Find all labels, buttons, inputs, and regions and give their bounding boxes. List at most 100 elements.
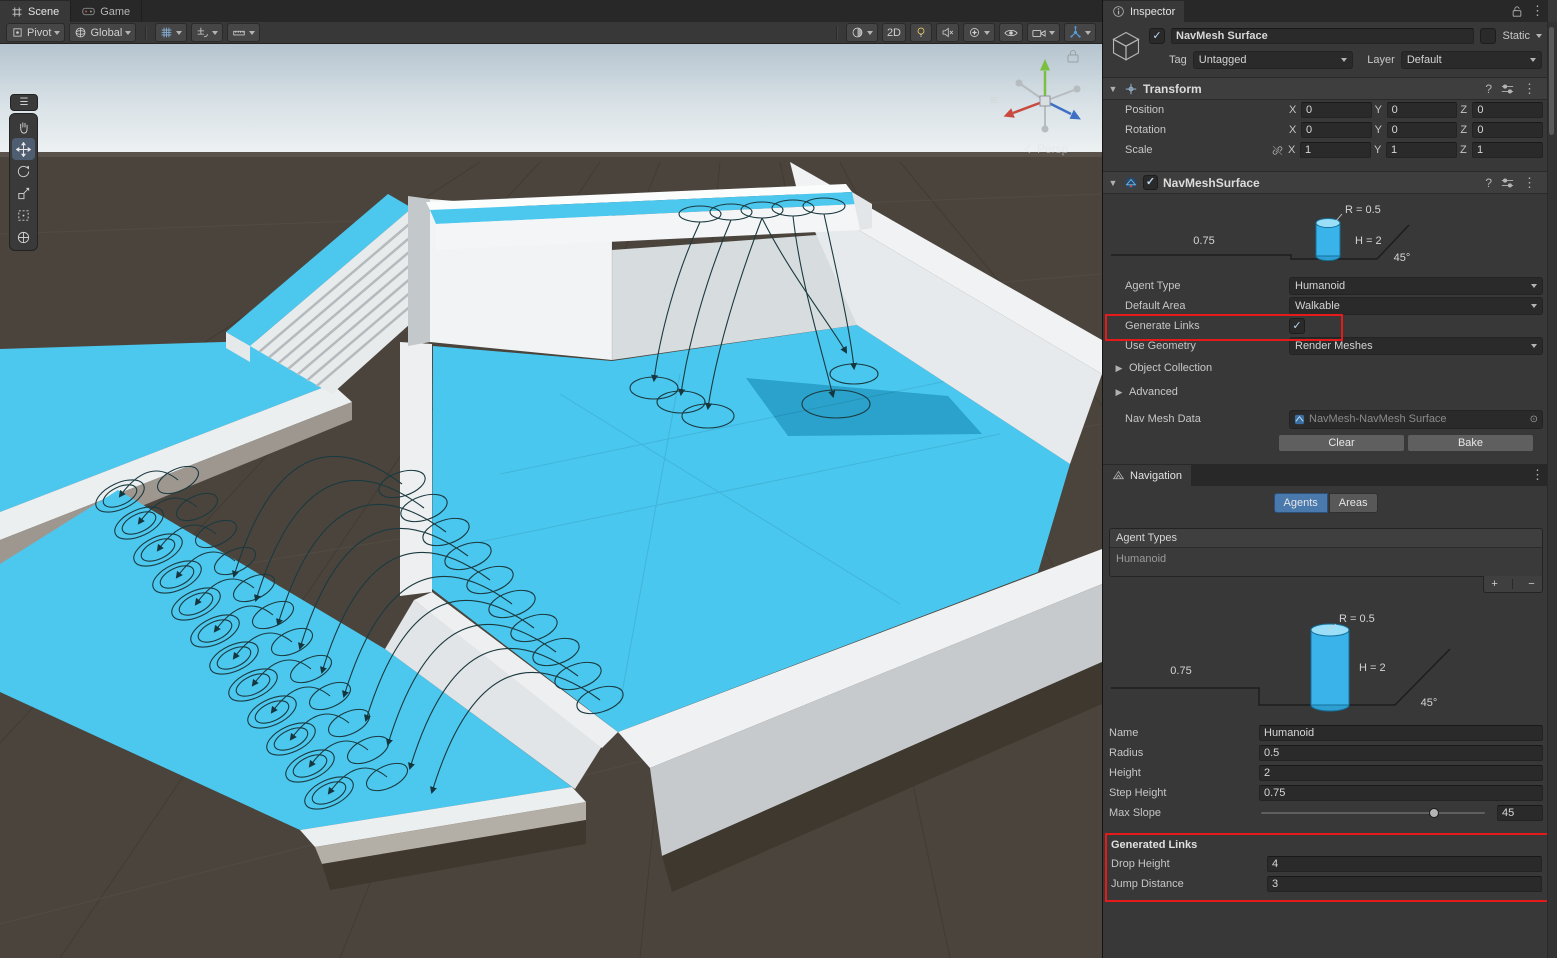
scene-lighting-toggle[interactable] <box>910 23 932 42</box>
shading-mode-dropdown[interactable] <box>846 23 878 42</box>
gameobject-header: ✓ ✓ Static Tag Untagged Layer Default <box>1103 22 1548 74</box>
object-picker-icon[interactable]: ⊙ <box>1530 414 1538 425</box>
gizmos-icon <box>1069 26 1082 39</box>
agent-type-dropdown[interactable]: Humanoid <box>1289 277 1543 295</box>
move-tool-button[interactable] <box>12 138 35 160</box>
drop-height-field[interactable] <box>1267 856 1542 872</box>
gameobject-active-checkbox[interactable]: ✓ <box>1149 28 1165 44</box>
kebab-menu-icon[interactable]: ⋮ <box>1531 3 1544 19</box>
axis-z-label: Z <box>1460 124 1469 136</box>
scene-3d-render[interactable]: Persp <box>0 44 1102 958</box>
clear-button[interactable]: Clear <box>1278 434 1405 452</box>
inspector-scrollbar[interactable] <box>1547 22 1557 958</box>
layer-label: Layer <box>1367 54 1395 66</box>
scale-link-icon[interactable] <box>1271 144 1284 157</box>
position-z-field[interactable] <box>1472 102 1543 118</box>
advanced-foldout[interactable]: ▶ Advanced <box>1103 382 1548 402</box>
tag-dropdown[interactable]: Untagged <box>1193 51 1354 69</box>
slider-thumb[interactable] <box>1429 808 1439 818</box>
use-geometry-dropdown[interactable]: Render Meshes <box>1289 337 1543 355</box>
foldout-icon[interactable]: ▼ <box>1107 178 1119 188</box>
scale-z-field[interactable] <box>1472 142 1543 158</box>
kebab-menu-icon[interactable]: ⋮ <box>1523 175 1536 191</box>
scale-x-field[interactable] <box>1300 142 1371 158</box>
grid-visibility-dropdown[interactable] <box>155 23 187 42</box>
add-agent-button[interactable]: + <box>1491 578 1497 590</box>
rotation-x-field[interactable] <box>1301 122 1372 138</box>
gizmos-dropdown[interactable] <box>1064 23 1096 42</box>
gameobject-name-field[interactable] <box>1171 28 1474 44</box>
radius-field[interactable] <box>1259 745 1543 761</box>
height-field[interactable] <box>1259 765 1543 781</box>
areas-tab[interactable]: Areas <box>1329 493 1378 513</box>
foldout-icon: ▶ <box>1113 387 1125 398</box>
static-checkbox[interactable]: ✓ <box>1480 28 1496 44</box>
check-icon: ✓ <box>1484 31 1493 42</box>
help-icon[interactable]: ? <box>1485 82 1492 96</box>
snap-toggle-dropdown[interactable] <box>191 23 223 42</box>
pivot-dropdown[interactable]: Pivot <box>6 23 65 42</box>
rotate-icon <box>16 164 31 179</box>
presets-icon[interactable] <box>1501 83 1514 95</box>
overlay-menu-button[interactable]: ☰ <box>10 94 38 111</box>
agent-types-header: Agent Types <box>1110 529 1542 548</box>
scale-tool-button[interactable] <box>12 182 35 204</box>
help-icon[interactable]: ? <box>1485 176 1492 190</box>
snap-increment-dropdown[interactable] <box>227 23 260 42</box>
rotation-y-field[interactable] <box>1387 122 1458 138</box>
generate-links-checkbox[interactable]: ✓ <box>1289 318 1305 334</box>
slider-track[interactable] <box>1261 812 1485 814</box>
navmeshsurface-enabled-checkbox[interactable]: ✓ <box>1143 175 1158 190</box>
rotation-z-field[interactable] <box>1472 122 1543 138</box>
2d-toggle[interactable]: 2D <box>882 23 906 42</box>
foldout-icon[interactable]: ▼ <box>1107 84 1119 94</box>
scene-audio-toggle[interactable] <box>936 23 959 42</box>
transform-header[interactable]: ▼ Transform ? ⋮ <box>1103 77 1548 100</box>
lock-icon[interactable] <box>1511 5 1523 18</box>
remove-agent-button[interactable]: − <box>1528 578 1534 590</box>
agent-name-field[interactable] <box>1259 725 1543 741</box>
rect-tool-button[interactable] <box>12 204 35 226</box>
max-slope-field[interactable] <box>1497 805 1543 821</box>
check-icon: ✓ <box>1292 321 1301 332</box>
scene-visibility-toggle[interactable] <box>999 23 1023 42</box>
tab-scene[interactable]: Scene <box>0 1 71 22</box>
navmeshsurface-header[interactable]: ▼ ✓ NavMeshSurface ? ⋮ <box>1103 171 1548 194</box>
caret-icon <box>984 31 990 35</box>
effects-dropdown[interactable] <box>963 23 995 42</box>
scrollbar-thumb[interactable] <box>1549 27 1554 135</box>
global-dropdown[interactable]: Global <box>69 23 136 42</box>
view-tool-button[interactable] <box>12 116 35 138</box>
kebab-menu-icon[interactable]: ⋮ <box>1523 81 1536 97</box>
scene-camera-menu[interactable]: ≡ <box>990 92 998 107</box>
static-flags-caret-icon[interactable] <box>1536 34 1542 38</box>
default-area-dropdown[interactable]: Walkable <box>1289 297 1543 315</box>
transform-tool-button[interactable] <box>12 226 35 248</box>
tab-navigation[interactable]: Navigation <box>1103 465 1191 486</box>
tab-game[interactable]: Game <box>71 1 142 22</box>
inspector-panel: Inspector ⋮ ✓ ✓ Static Tag Untagged Laye… <box>1102 0 1557 958</box>
kebab-menu-icon[interactable]: ⋮ <box>1531 467 1544 483</box>
tab-inspector[interactable]: Inspector <box>1103 1 1184 22</box>
agents-tab[interactable]: Agents <box>1274 493 1328 513</box>
jump-distance-field[interactable] <box>1267 876 1542 892</box>
layer-dropdown[interactable]: Default <box>1401 51 1542 69</box>
camera-dropdown[interactable] <box>1027 23 1060 42</box>
gameobject-cube-icon[interactable] <box>1109 26 1143 64</box>
object-collection-foldout[interactable]: ▶ Object Collection <box>1103 358 1548 378</box>
presets-icon[interactable] <box>1501 177 1514 189</box>
position-x-field[interactable] <box>1301 102 1372 118</box>
scene-viewport[interactable]: Persp ☰ ≡ <box>0 44 1102 958</box>
step-height-field[interactable] <box>1259 785 1543 801</box>
unity-editor-window: { "icons":{"hamburger":"☰","menu":"≡","k… <box>0 0 1557 958</box>
agent-type-list-item[interactable]: Humanoid <box>1110 548 1542 576</box>
axis-z-label: Z <box>1460 144 1469 156</box>
nav-mesh-data-field[interactable]: NavMesh-NavMesh Surface ⊙ <box>1289 410 1543 429</box>
bake-button[interactable]: Bake <box>1407 434 1534 452</box>
rotate-tool-button[interactable] <box>12 160 35 182</box>
object-collection-label: Object Collection <box>1129 362 1212 374</box>
scale-y-field[interactable] <box>1386 142 1457 158</box>
position-y-field[interactable] <box>1387 102 1458 118</box>
max-slope-slider[interactable] <box>1261 806 1485 820</box>
nav-mesh-data-value: NavMesh-NavMesh Surface <box>1309 413 1447 425</box>
